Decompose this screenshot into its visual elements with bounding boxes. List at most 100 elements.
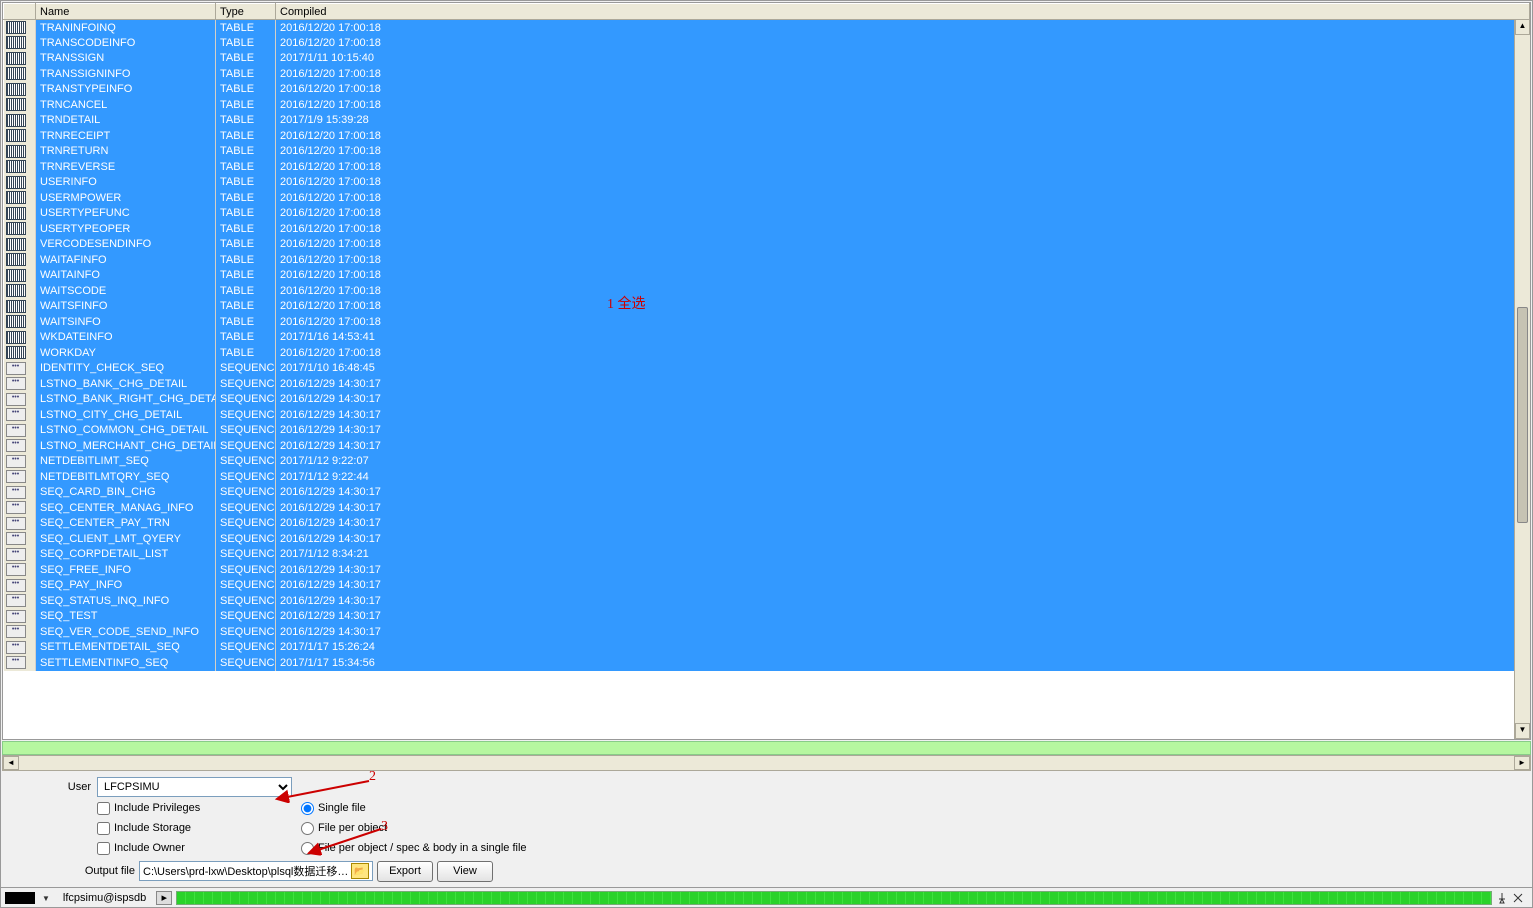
row-type: SEQUENCE [216, 655, 276, 671]
table-row[interactable]: NETDEBITLIMT_SEQSEQUENCE2017/1/12 9:22:0… [4, 454, 1530, 470]
table-row[interactable]: SETTLEMENTINFO_SEQSEQUENCE2017/1/17 15:3… [4, 655, 1530, 671]
row-icon-cell [4, 593, 36, 609]
table-row[interactable]: LSTNO_CITY_CHG_DETAILSEQUENCE2016/12/29 … [4, 407, 1530, 423]
row-compiled: 2017/1/12 8:34:21 [276, 547, 1530, 563]
table-row[interactable]: WAITAFINFOTABLE2016/12/20 17:00:18 [4, 252, 1530, 268]
table-row[interactable]: LSTNO_BANK_CHG_DETAILSEQUENCE2016/12/29 … [4, 376, 1530, 392]
table-row[interactable]: SEQ_CLIENT_LMT_QYERYSEQUENCE2016/12/29 1… [4, 531, 1530, 547]
scroll-down-button[interactable]: ▼ [1515, 723, 1530, 739]
file-per-object-radio[interactable] [301, 822, 314, 835]
sequence-icon [6, 486, 26, 499]
row-compiled: 2016/12/20 17:00:18 [276, 144, 1530, 160]
table-row[interactable]: VERCODESENDINFOTABLE2016/12/20 17:00:18 [4, 237, 1530, 253]
table-row[interactable]: TRANSCODEINFOTABLE2016/12/20 17:00:18 [4, 35, 1530, 51]
row-compiled: 2016/12/29 14:30:17 [276, 438, 1530, 454]
table-row[interactable]: SEQ_CARD_BIN_CHGSEQUENCE2016/12/29 14:30… [4, 485, 1530, 501]
table-row[interactable]: TRANSSIGNINFOTABLE2016/12/20 17:00:18 [4, 66, 1530, 82]
file-per-spec-radio[interactable] [301, 842, 314, 855]
status-indicator-icon [5, 892, 35, 904]
table-row[interactable]: WAITAINFOTABLE2016/12/20 17:00:18 [4, 268, 1530, 284]
pin-icon[interactable] [1496, 892, 1508, 904]
table-row[interactable]: TRNDETAILTABLE2017/1/9 15:39:28 [4, 113, 1530, 129]
table-icon [6, 83, 26, 96]
header-compiled[interactable]: Compiled [276, 4, 1530, 20]
horizontal-scrollbar[interactable]: ◄ ► [2, 755, 1531, 771]
header-name[interactable]: Name [36, 4, 216, 20]
row-type: TABLE [216, 159, 276, 175]
table-icon [6, 191, 26, 204]
sequence-icon [6, 362, 26, 375]
table-row[interactable]: TRNREVERSETABLE2016/12/20 17:00:18 [4, 159, 1530, 175]
table-row[interactable]: SEQ_CORPDETAIL_LISTSEQUENCE2017/1/12 8:3… [4, 547, 1530, 563]
status-run-icon[interactable]: ▸ [156, 891, 172, 905]
table-row[interactable]: SETTLEMENTDETAIL_SEQSEQUENCE2017/1/17 15… [4, 640, 1530, 656]
table-row[interactable]: IDENTITY_CHECK_SEQSEQUENCE2017/1/10 16:4… [4, 361, 1530, 377]
row-name: NETDEBITLIMT_SEQ [36, 454, 216, 470]
scroll-thumb[interactable] [1517, 307, 1528, 523]
table-row[interactable]: LSTNO_MERCHANT_CHG_DETAILSEQUENCE2016/12… [4, 438, 1530, 454]
row-compiled: 2016/12/29 14:30:17 [276, 593, 1530, 609]
row-compiled: 2016/12/29 14:30:17 [276, 578, 1530, 594]
file-per-object-label: File per object [318, 822, 387, 834]
table-row[interactable]: SEQ_TESTSEQUENCE2016/12/29 14:30:17 [4, 609, 1530, 625]
row-icon-cell [4, 438, 36, 454]
table-row[interactable]: LSTNO_BANK_RIGHT_CHG_DETAILSEQUENCE2016/… [4, 392, 1530, 408]
table-row[interactable]: TRNRETURNTABLE2016/12/20 17:00:18 [4, 144, 1530, 160]
scroll-up-button[interactable]: ▲ [1515, 19, 1530, 35]
row-type: SEQUENCE [216, 547, 276, 563]
vertical-scrollbar[interactable]: ▲ ▼ [1514, 19, 1530, 739]
table-row[interactable]: SEQ_PAY_INFOSEQUENCE2016/12/29 14:30:17 [4, 578, 1530, 594]
row-type: TABLE [216, 237, 276, 253]
sequence-icon [6, 548, 26, 561]
row-compiled: 2016/12/29 14:30:17 [276, 485, 1530, 501]
row-name: WAITAFINFO [36, 252, 216, 268]
table-row[interactable]: TRANSTYPEINFOTABLE2016/12/20 17:00:18 [4, 82, 1530, 98]
table-row[interactable]: LSTNO_COMMON_CHG_DETAILSEQUENCE2016/12/2… [4, 423, 1530, 439]
table-row[interactable]: USERINFOTABLE2016/12/20 17:00:18 [4, 175, 1530, 191]
row-icon-cell [4, 485, 36, 501]
include-storage-checkbox[interactable] [97, 822, 110, 835]
scroll-right-button[interactable]: ► [1514, 756, 1530, 770]
object-table[interactable]: Name Type Compiled TRANINFOINQTABLE2016/… [3, 3, 1530, 671]
header-type[interactable]: Type [216, 4, 276, 20]
table-icon [6, 269, 26, 282]
table-row[interactable]: WORKDAYTABLE2016/12/20 17:00:18 [4, 345, 1530, 361]
row-icon-cell [4, 283, 36, 299]
table-row[interactable]: SEQ_STATUS_INQ_INFOSEQUENCE2016/12/29 14… [4, 593, 1530, 609]
sequence-icon [6, 641, 26, 654]
object-table-wrapper: Name Type Compiled TRANINFOINQTABLE2016/… [2, 2, 1531, 740]
row-icon-cell [4, 361, 36, 377]
table-row[interactable]: WAITSINFOTABLE2016/12/20 17:00:18 [4, 314, 1530, 330]
table-row[interactable]: USERTYPEFUNCTABLE2016/12/20 17:00:18 [4, 206, 1530, 222]
include-privileges-checkbox[interactable] [97, 802, 110, 815]
view-button[interactable]: View [437, 861, 493, 882]
table-row[interactable]: WAITSCODETABLE2016/12/20 17:00:18 [4, 283, 1530, 299]
insert-row-strip[interactable] [2, 741, 1531, 755]
output-file-field[interactable]: C:\Users\prd-lxw\Desktop\plsql数据迁移\table… [139, 861, 373, 881]
table-row[interactable]: USERMPOWERTABLE2016/12/20 17:00:18 [4, 190, 1530, 206]
table-row[interactable]: SEQ_CENTER_PAY_TRNSEQUENCE2016/12/29 14:… [4, 516, 1530, 532]
table-row[interactable]: USERTYPEOPERTABLE2016/12/20 17:00:18 [4, 221, 1530, 237]
export-button[interactable]: Export [377, 861, 433, 882]
user-select[interactable]: LFCPSIMU [97, 777, 292, 797]
include-owner-checkbox[interactable] [97, 842, 110, 855]
status-dropdown-icon[interactable] [39, 892, 53, 904]
table-row[interactable]: SEQ_FREE_INFOSEQUENCE2016/12/29 14:30:17 [4, 562, 1530, 578]
table-header-row[interactable]: Name Type Compiled [4, 4, 1530, 20]
row-compiled: 2016/12/20 17:00:18 [276, 128, 1530, 144]
table-row[interactable]: SEQ_CENTER_MANAG_INFOSEQUENCE2016/12/29 … [4, 500, 1530, 516]
table-row[interactable]: TRANSSIGNTABLE2017/1/11 10:15:40 [4, 51, 1530, 67]
close-icon[interactable] [1512, 892, 1524, 904]
scroll-left-button[interactable]: ◄ [3, 756, 19, 770]
table-row[interactable]: WKDATEINFOTABLE2017/1/16 14:53:41 [4, 330, 1530, 346]
table-row[interactable]: TRNRECEIPTTABLE2016/12/20 17:00:18 [4, 128, 1530, 144]
row-type: TABLE [216, 113, 276, 129]
table-row[interactable]: TRANINFOINQTABLE2016/12/20 17:00:18 [4, 20, 1530, 36]
browse-folder-button[interactable]: 📂 [351, 863, 369, 879]
table-row[interactable]: TRNCANCELTABLE2016/12/20 17:00:18 [4, 97, 1530, 113]
table-row[interactable]: WAITSFINFOTABLE2016/12/20 17:00:18 [4, 299, 1530, 315]
single-file-radio[interactable] [301, 802, 314, 815]
table-row[interactable]: NETDEBITLMTQRY_SEQSEQUENCE2017/1/12 9:22… [4, 469, 1530, 485]
header-icon[interactable] [4, 4, 36, 20]
table-row[interactable]: SEQ_VER_CODE_SEND_INFOSEQUENCE2016/12/29… [4, 624, 1530, 640]
